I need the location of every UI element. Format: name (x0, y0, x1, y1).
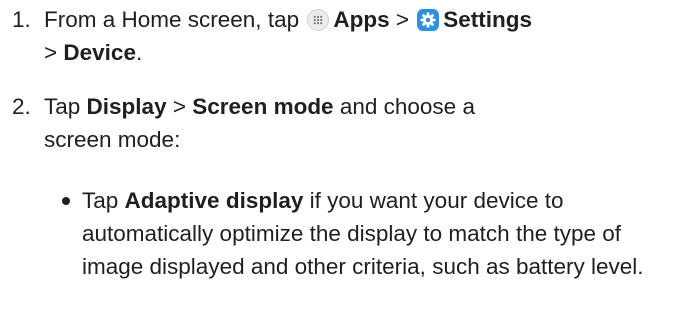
screen-mode-label: Screen mode (192, 94, 334, 119)
apps-grid-icon (307, 9, 330, 31)
device-label: Device (63, 40, 136, 65)
bullet-dot (62, 197, 70, 205)
step-1-prefix: From a Home screen, tap (44, 7, 300, 32)
settings-label: Settings (443, 7, 533, 32)
step-number: 1. (12, 7, 31, 32)
step-2-text: Tap Display > Screen mode and choose a s… (44, 90, 514, 156)
gear-icon (417, 9, 440, 31)
step-1: 1. From a Home screen, tap Apps > Settin… (12, 3, 677, 69)
step-number: 2. (12, 94, 31, 119)
bullet-prefix: Tap (82, 188, 119, 213)
step-2-prefix: Tap (44, 94, 81, 119)
separator: > (44, 40, 58, 65)
bullet-text: Tap Adaptive display if you want your de… (82, 184, 677, 283)
step-2: 2. Tap Display > Screen mode and choose … (12, 90, 677, 156)
apps-label: Apps (333, 7, 390, 32)
display-label: Display (86, 94, 167, 119)
step-1-text: From a Home screen, tap Apps > Settings … (44, 3, 677, 69)
adaptive-display-label: Adaptive display (124, 188, 304, 213)
bullet-item: Tap Adaptive display if you want your de… (62, 184, 677, 283)
step-1-end: . (135, 40, 143, 65)
separator: > (172, 94, 186, 119)
separator: > (395, 7, 410, 32)
